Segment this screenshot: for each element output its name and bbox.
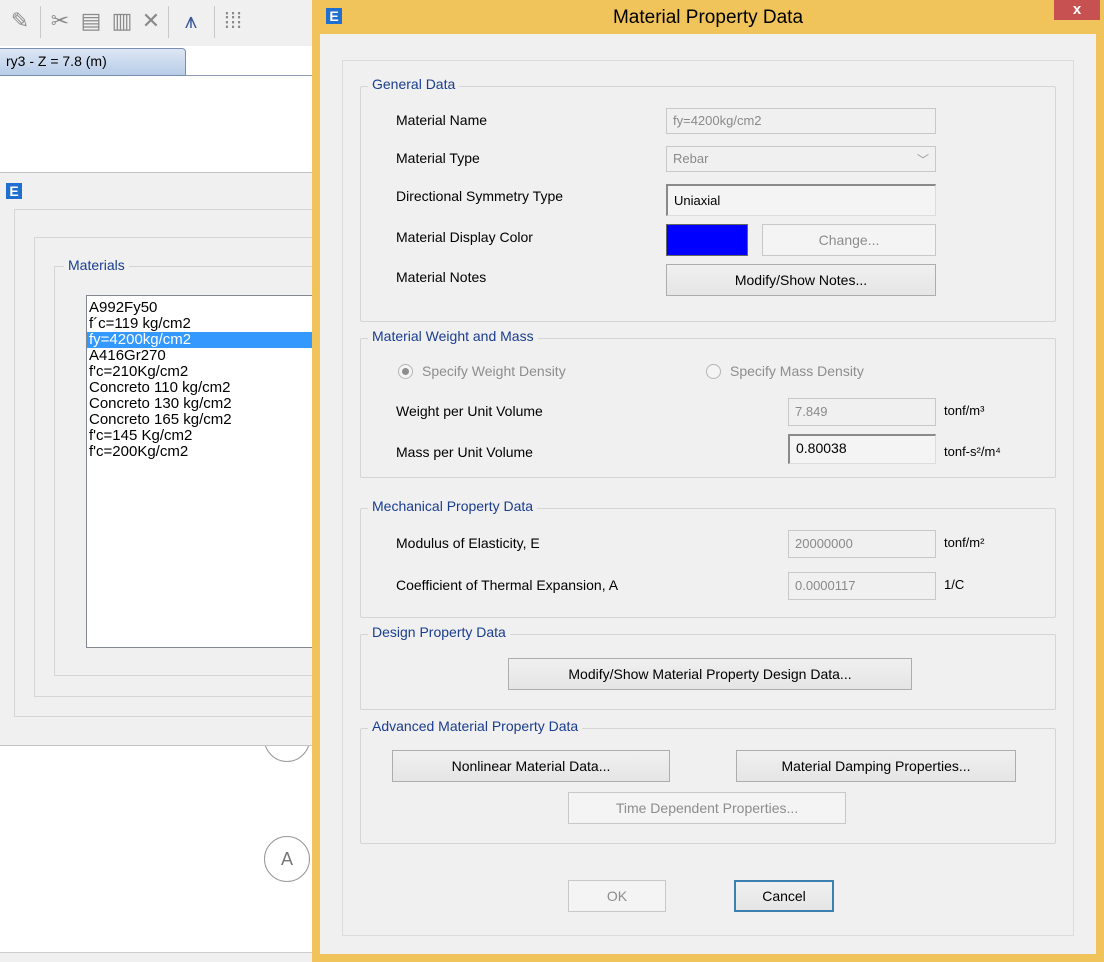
view-tab[interactable]: ry3 - Z = 7.8 (m) [0,48,186,76]
list-item[interactable]: f'c=200Kg/cm2 [87,444,316,460]
mechanical-property-label: Mechanical Property Data [368,498,538,514]
general-data-label: General Data [368,76,460,92]
design-property-label: Design Property Data [368,624,510,640]
material-type-value: Rebar [673,151,709,166]
list-item[interactable]: A416Gr270 [87,348,316,364]
mass-per-volume-field[interactable]: 0.80038 [788,434,936,464]
cancel-button[interactable]: Cancel [734,880,834,912]
grid-bubble-a: A [264,836,310,882]
list-item[interactable]: A992Fy50 [87,300,316,316]
ok-button[interactable]: OK [568,880,666,912]
pencil-icon[interactable]: ✎ [6,8,34,34]
symmetry-type-label: Directional Symmetry Type [396,188,564,204]
material-name-label: Material Name [396,112,488,128]
nonlinear-data-button[interactable]: Nonlinear Material Data... [392,750,670,782]
modulus-field[interactable]: 20000000 [788,530,936,558]
grid-icon[interactable]: ⁞⁞⁞ [220,8,246,34]
view-tab-bar: ry3 - Z = 7.8 (m) [0,48,316,76]
damping-properties-button[interactable]: Material Damping Properties... [736,750,1016,782]
list-item[interactable]: f´c=119 kg/cm2 [87,316,316,332]
weight-per-volume-field[interactable]: 7.849 [788,398,936,426]
scissors-icon[interactable]: ✂ [46,8,74,34]
modulus-label: Modulus of Elasticity, E [396,535,540,551]
list-item[interactable]: Concreto 110 kg/cm2 [87,380,316,396]
mass-per-volume-label: Mass per Unit Volume [396,444,533,460]
material-type-select[interactable]: Rebar ﹀ [666,146,936,172]
chevron-down-icon: ﹀ [916,153,929,167]
dialog-title-bar[interactable]: E Material Property Data x [312,0,1104,34]
weight-mass-label: Material Weight and Mass [368,328,538,344]
material-type-label: Material Type [396,150,480,166]
material-notes-label: Material Notes [396,269,487,285]
list-item[interactable]: Concreto 165 kg/cm2 [87,412,316,428]
toolbar-separator [40,6,41,38]
thermal-expansion-field[interactable]: 0.0000117 [788,572,936,600]
material-name-field[interactable]: fy=4200kg/cm2 [666,108,936,134]
copy-icon[interactable]: ▤ [78,8,104,34]
list-item[interactable]: f'c=145 Kg/cm2 [87,428,316,444]
modify-notes-button[interactable]: Modify/Show Notes... [666,264,936,296]
modulus-unit-label: tonf/m² [944,535,985,550]
dialog-body: General Data Material Name fy=4200kg/cm2… [320,34,1096,954]
close-button[interactable]: x [1054,0,1100,20]
mass-unit-label: tonf-s²/m⁴ [944,444,1001,459]
thermal-unit-label: 1/C [944,577,965,592]
list-item-selected[interactable]: fy=4200kg/cm2 [87,332,316,348]
weight-unit-label: tonf/m³ [944,403,985,418]
thermal-expansion-label: Coefficient of Thermal Expansion, A [396,577,619,593]
define-materials-dialog: E Materials A992Fy50 f´c=119 kg/cm2 fy=4… [0,172,316,746]
advanced-property-label: Advanced Material Property Data [368,718,583,734]
delete-icon[interactable]: ✕ [138,8,164,34]
weight-per-volume-label: Weight per Unit Volume [396,403,543,419]
mass-density-radio[interactable] [706,364,721,379]
weight-density-label: Specify Weight Density [422,363,566,379]
change-color-button[interactable]: Change... [762,224,936,256]
chart-icon[interactable]: ⩚ [174,8,208,34]
dialog-title: Material Property Data [612,7,804,28]
toolbar-separator [214,6,215,38]
toolbar-separator [168,6,169,38]
mass-density-label: Specify Mass Density [730,363,864,379]
status-bar [0,952,316,962]
paste-icon[interactable]: ▥ [108,8,136,34]
background-application: ✎ ✂ ▤ ▥ ✕ ⩚ ⁞⁞⁞ ry3 - Z = 7.8 (m) A E Ma… [0,0,316,962]
etabs-logo-icon: E [6,183,22,199]
weight-density-radio[interactable] [398,364,413,379]
display-color-label: Material Display Color [396,229,533,245]
list-item[interactable]: f'c=210Kg/cm2 [87,364,316,380]
materials-group-label: Materials [64,257,129,273]
display-color-swatch [666,224,748,256]
time-dependent-button[interactable]: Time Dependent Properties... [568,792,846,824]
design-data-button[interactable]: Modify/Show Material Property Design Dat… [508,658,912,690]
material-property-dialog: E Material Property Data x General Data … [312,0,1104,962]
toolbar: ✎ ✂ ▤ ▥ ✕ ⩚ ⁞⁞⁞ [0,0,316,46]
mechanical-property-group [360,508,1056,618]
advanced-property-group [360,728,1056,844]
list-item[interactable]: Concreto 130 kg/cm2 [87,396,316,412]
materials-list[interactable]: A992Fy50 f´c=119 kg/cm2 fy=4200kg/cm2 A4… [86,295,316,648]
symmetry-type-field[interactable]: Uniaxial [666,184,936,216]
